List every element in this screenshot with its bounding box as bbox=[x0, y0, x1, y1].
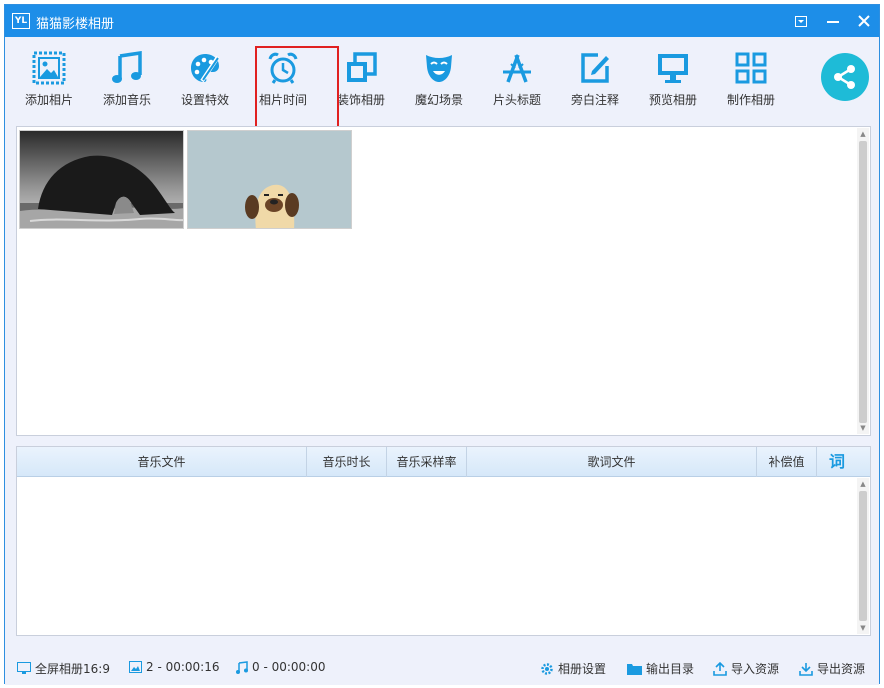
scroll-thumb[interactable] bbox=[859, 141, 867, 423]
share-icon bbox=[834, 65, 855, 89]
photo-list-panel[interactable]: ▲ ▼ bbox=[16, 126, 871, 436]
scroll-down-arrow[interactable]: ▼ bbox=[857, 622, 869, 634]
title-tool-icon bbox=[503, 54, 531, 83]
monitor-icon bbox=[17, 662, 31, 674]
close-button[interactable] bbox=[850, 9, 878, 33]
toolbar-label: 添加音乐 bbox=[102, 93, 151, 107]
photo-count-status: 2 - 00:00:16 bbox=[129, 660, 220, 674]
export-resources-label: 导出资源 bbox=[817, 662, 866, 676]
restore-button[interactable] bbox=[787, 9, 815, 33]
toolbar-add-music[interactable]: 添加音乐 bbox=[89, 47, 165, 115]
toolbar-preview-album[interactable]: 预览相册 bbox=[635, 47, 711, 115]
music-list-panel[interactable]: 音乐文件 音乐时长 音乐采样率 歌词文件 补偿值 词 ▲ ▼ bbox=[16, 446, 871, 636]
download-icon bbox=[799, 662, 813, 676]
title-bar[interactable]: YL 猫猫影楼相册 bbox=[5, 5, 879, 37]
folder-icon bbox=[627, 663, 642, 675]
toolbar-label: 设置特效 bbox=[180, 93, 229, 107]
toolbar-opening-title[interactable]: 片头标题 bbox=[479, 47, 555, 115]
app-logo: YL bbox=[12, 13, 30, 29]
photo-count-text: 2 - 00:00:16 bbox=[146, 660, 220, 674]
photo-thumbnail[interactable] bbox=[19, 130, 184, 229]
scroll-up-arrow[interactable]: ▲ bbox=[857, 128, 869, 140]
minimize-button[interactable] bbox=[819, 9, 847, 33]
monitor-icon bbox=[658, 54, 688, 83]
album-settings-label: 相册设置 bbox=[558, 662, 607, 676]
import-resources-button[interactable]: 导入资源 bbox=[713, 660, 779, 677]
column-music-file[interactable]: 音乐文件 bbox=[17, 447, 307, 477]
status-bar: 全屏相册16:9 2 - 00:00:16 0 - 00:00:00 相册设置 … bbox=[5, 649, 879, 685]
export-resources-button[interactable]: 导出资源 bbox=[799, 660, 865, 677]
share-button[interactable] bbox=[821, 53, 869, 101]
upload-icon bbox=[713, 661, 727, 676]
image-icon bbox=[129, 661, 142, 673]
import-resources-label: 导入资源 bbox=[731, 662, 780, 676]
restore-icon bbox=[795, 15, 807, 27]
music-count-text: 0 - 00:00:00 bbox=[252, 660, 326, 674]
music-scrollbar[interactable]: ▲ ▼ bbox=[857, 478, 869, 634]
toolbar-add-photo[interactable]: 添加相片 bbox=[11, 47, 87, 115]
palette-icon bbox=[191, 54, 220, 83]
column-sample-rate[interactable]: 音乐采样率 bbox=[387, 447, 467, 477]
music-count-status: 0 - 00:00:00 bbox=[235, 660, 326, 674]
column-music-duration[interactable]: 音乐时长 bbox=[307, 447, 387, 477]
bw-rock-arch-photo bbox=[20, 131, 183, 228]
column-offset[interactable]: 补偿值 bbox=[757, 447, 817, 477]
toolbar-label: 预览相册 bbox=[648, 93, 697, 107]
toolbar-label: 制作相册 bbox=[726, 93, 775, 107]
toolbar-photo-time[interactable]: 相片时间 bbox=[245, 47, 321, 115]
toolbar-label: 魔幻场景 bbox=[414, 93, 463, 107]
music-note-icon bbox=[112, 51, 142, 83]
minimize-icon bbox=[827, 21, 839, 23]
toolbar-set-effects[interactable]: 设置特效 bbox=[167, 47, 243, 115]
photo-scrollbar[interactable]: ▲ ▼ bbox=[857, 128, 869, 434]
column-lyrics-file[interactable]: 歌词文件 bbox=[467, 447, 757, 477]
close-icon bbox=[858, 15, 870, 27]
app-window: YL 猫猫影楼相册 添加相片 添加音乐 设置特效 相片时间 装饰相册 魔幻场景 … bbox=[4, 4, 880, 685]
edit-note-icon bbox=[581, 53, 609, 83]
toolbar-narration-notes[interactable]: 旁白注释 bbox=[557, 47, 633, 115]
music-table-header: 音乐文件 音乐时长 音乐采样率 歌词文件 补偿值 词 bbox=[17, 447, 870, 477]
add-photo-icon bbox=[32, 51, 66, 85]
toolbar-label: 相片时间 bbox=[258, 93, 307, 107]
scroll-down-arrow[interactable]: ▼ bbox=[857, 422, 869, 434]
toolbar-label: 添加相片 bbox=[24, 93, 73, 107]
photo-thumbnail[interactable] bbox=[187, 130, 352, 229]
screen-mode-toggle[interactable]: 全屏相册16:9 bbox=[17, 660, 110, 677]
window-title: 猫猫影楼相册 bbox=[36, 17, 115, 32]
gear-icon bbox=[541, 662, 553, 675]
toolbar-make-album[interactable]: 制作相册 bbox=[713, 47, 789, 115]
toolbar-label: 旁白注释 bbox=[570, 93, 619, 107]
toolbar-magic-scene[interactable]: 魔幻场景 bbox=[401, 47, 477, 115]
music-note-icon bbox=[236, 660, 248, 674]
cartoon-dog-photo bbox=[188, 131, 351, 228]
column-lyrics-icon[interactable]: 词 bbox=[817, 447, 857, 477]
main-toolbar: 添加相片 添加音乐 设置特效 相片时间 装饰相册 魔幻场景 片头标题 旁白注释 … bbox=[5, 37, 879, 117]
output-dir-button[interactable]: 输出目录 bbox=[627, 660, 694, 677]
toolbar-label: 片头标题 bbox=[492, 93, 541, 107]
frames-icon bbox=[347, 52, 377, 82]
album-settings-button[interactable]: 相册设置 bbox=[540, 660, 606, 677]
scroll-thumb[interactable] bbox=[859, 491, 867, 621]
screen-mode-text: 全屏相册16:9 bbox=[35, 662, 110, 676]
grid-icon bbox=[735, 52, 767, 84]
theater-mask-icon bbox=[426, 55, 452, 82]
scroll-up-arrow[interactable]: ▲ bbox=[857, 478, 869, 490]
alarm-clock-icon bbox=[268, 52, 298, 84]
output-dir-label: 输出目录 bbox=[646, 662, 695, 676]
toolbar-decorate-album[interactable]: 装饰相册 bbox=[323, 47, 399, 115]
toolbar-label: 装饰相册 bbox=[336, 93, 385, 107]
